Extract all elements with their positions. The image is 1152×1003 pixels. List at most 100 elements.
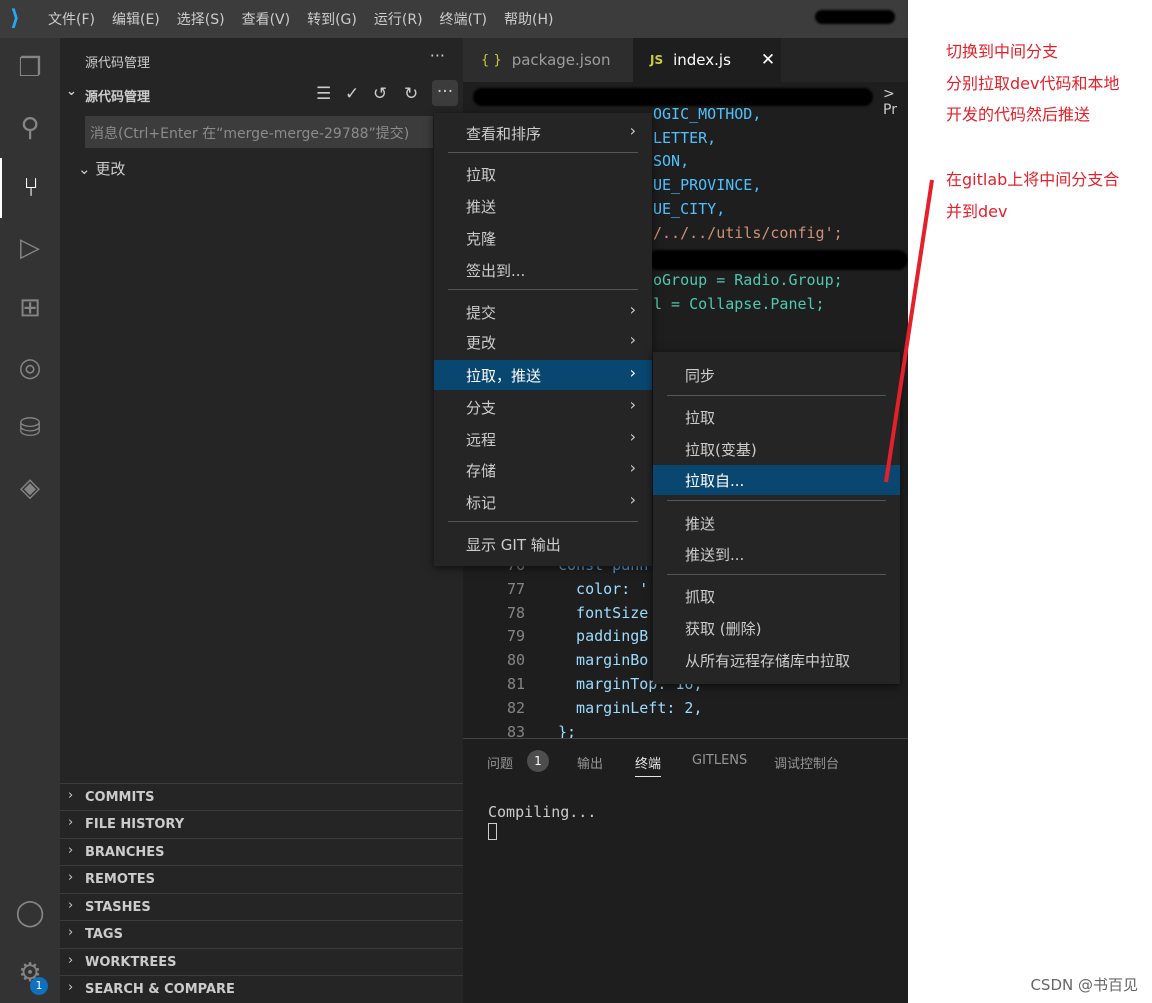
menu-item[interactable]: 获取 (删除) (653, 613, 900, 643)
tab-package-json[interactable]: { } package.json (463, 38, 633, 82)
menu-item[interactable]: 推送 (434, 191, 652, 221)
menu-edit[interactable]: 编辑(E) (112, 9, 160, 29)
gitlens-icon[interactable]: ◎ (0, 338, 60, 398)
menu-help[interactable]: 帮助(H) (504, 9, 553, 29)
chevron-right-icon: › (629, 121, 636, 140)
menu-item[interactable]: 签出到... (434, 255, 652, 285)
menu-item[interactable]: 分支 › (434, 392, 652, 422)
account-icon[interactable]: ◯ (0, 883, 60, 943)
section-search-compare[interactable]: › SEARCH & COMPARE (60, 975, 463, 1002)
commit-message-input[interactable]: 消息(Ctrl+Enter 在“merge-merge-29788”提交) (85, 116, 433, 148)
layers-icon[interactable]: ◈ (0, 458, 60, 518)
menu-item[interactable]: 查看和排序 › (434, 118, 652, 148)
menu-item[interactable]: 存储 › (434, 455, 652, 485)
chevron-right-icon: › (629, 458, 636, 477)
search-icon[interactable]: ⚲ (0, 98, 60, 158)
menu-item-label: 存储 (466, 462, 497, 480)
menu-item[interactable]: 拉取 (653, 402, 900, 432)
menu-item-label: 获取 (删除) (685, 620, 762, 638)
database-icon[interactable]: ⛁ (0, 398, 60, 458)
menu-item[interactable]: 抓取 (653, 581, 900, 611)
tab-gitlens[interactable]: GITLENS (692, 753, 747, 768)
history-icon[interactable]: ↺ (373, 84, 387, 104)
source-control-icon[interactable]: ⑂ (0, 158, 60, 218)
menu-file[interactable]: 文件(F) (48, 9, 95, 29)
watermark: CSDN @书百见 (1030, 976, 1138, 994)
menu-item[interactable]: 推送到... (653, 539, 900, 569)
section-file-history[interactable]: › FILE HISTORY (60, 810, 463, 837)
section-branches[interactable]: › BRANCHES (60, 838, 463, 865)
menu-item[interactable]: 拉取，推送 › (434, 360, 652, 390)
settings-icon[interactable]: ⚙ 1 (0, 943, 60, 1003)
menu-go[interactable]: 转到(G) (307, 9, 357, 29)
chevron-right-icon: › (629, 363, 636, 382)
menu-item[interactable]: 同步 (653, 360, 900, 390)
tree-view-icon[interactable]: ☰ (316, 84, 331, 104)
menu-item-label: 显示 GIT 输出 (466, 536, 561, 554)
code-line: SON, (653, 152, 690, 171)
breadcrumb[interactable]: > Pr (883, 86, 908, 118)
section-stashes[interactable]: › STASHES (60, 893, 463, 920)
section-worktrees[interactable]: › WORKTREES (60, 948, 463, 975)
close-icon[interactable]: ✕ (761, 50, 775, 70)
menu-item-label: 更改 (466, 334, 497, 352)
section-remotes[interactable]: › REMOTES (60, 865, 463, 892)
activity-bar: ❐ ⚲ ⑂ ▷ ⊞ ◎ ⛁ ◈ ◯ ⚙ 1 (0, 38, 60, 1003)
files-icon[interactable]: ❐ (0, 38, 60, 98)
menu-item[interactable]: 克隆 (434, 223, 652, 253)
scm-section-header[interactable]: ⌄ 源代码管理 ☰ ✓ ↺ ↻ ··· (60, 80, 463, 106)
menu-item-label: 从所有远程存储库中拉取 (685, 652, 851, 670)
chevron-right-icon: › (68, 953, 74, 968)
line-number: 80 (506, 651, 525, 670)
run-debug-icon[interactable]: ▷ (0, 218, 60, 278)
section-label: TAGS (85, 927, 123, 942)
menu-view[interactable]: 查看(V) (242, 9, 291, 29)
menu-item[interactable]: 更改 › (434, 327, 652, 357)
menu-item[interactable]: 远程 › (434, 424, 652, 454)
scm-more-actions-menu: 查看和排序 › 拉取 推送 克隆 签出到... 提交 › 更改 › 拉取，推送 › 分支 › 远程 › 存储 › 标… (434, 113, 652, 566)
tab-output[interactable]: 输出 (577, 753, 603, 772)
tab-index-js[interactable]: JS index.js ✕ (633, 38, 781, 82)
menu-separator (448, 289, 638, 290)
problems-badge: 1 (527, 750, 549, 772)
chevron-right-icon: › (68, 898, 74, 913)
menu-item-label: 拉取(变基) (685, 441, 757, 459)
code-line: l = Collapse.Panel; (653, 294, 825, 313)
tab-problems[interactable]: 问题 (487, 753, 513, 772)
section-label: BRANCHES (85, 845, 165, 860)
menu-run[interactable]: 运行(R) (374, 9, 423, 29)
menu-item[interactable]: 拉取 (434, 159, 652, 189)
menu-item[interactable]: 从所有远程存储库中拉取 (653, 645, 900, 675)
menu-separator (667, 574, 886, 575)
menu-item[interactable]: 拉取(变基) (653, 434, 900, 464)
menu-terminal[interactable]: 终端(T) (440, 9, 487, 29)
note-line: 切换到中间分支 (946, 42, 1059, 61)
refresh-icon[interactable]: ↻ (404, 84, 418, 104)
menu-item[interactable]: 显示 GIT 输出 (434, 529, 652, 559)
menu-item[interactable]: 推送 (653, 508, 900, 538)
menu-item-label: 拉取 (466, 166, 497, 184)
annotation-arrow (884, 179, 934, 483)
menu-selection[interactable]: 选择(S) (177, 9, 225, 29)
tab-debug-console[interactable]: 调试控制台 (774, 753, 839, 772)
menu-item-label: 拉取自... (685, 472, 745, 490)
section-commits[interactable]: › COMMITS (60, 783, 463, 810)
section-tags[interactable]: › TAGS (60, 920, 463, 947)
menu-item[interactable]: 提交 › (434, 297, 652, 327)
json-icon: { } (481, 52, 502, 68)
tab-terminal[interactable]: 终端 (635, 753, 662, 777)
section-label: SEARCH & COMPARE (85, 982, 235, 997)
terminal-cursor[interactable] (488, 823, 497, 840)
extensions-icon[interactable]: ⊞ (0, 278, 60, 338)
more-actions-button[interactable]: ··· (432, 80, 458, 106)
code-line: marginLeft: 2, (558, 698, 703, 717)
more-actions-icon[interactable]: ··· (430, 46, 445, 65)
menu-item-label: 签出到... (466, 262, 526, 280)
changes-group[interactable]: ⌄ 更改 (78, 158, 125, 179)
chevron-down-icon: ⌄ (66, 84, 77, 99)
menu-item[interactable]: 拉取自... (653, 465, 900, 495)
commit-check-icon[interactable]: ✓ (345, 84, 359, 104)
annotation-panel: 切换到中间分支 分别拉取dev代码和本地 开发的代码然后推送 在gitlab上将… (908, 0, 1152, 1003)
menu-item[interactable]: 标记 › (434, 487, 652, 517)
chevron-right-icon: › (68, 843, 74, 858)
